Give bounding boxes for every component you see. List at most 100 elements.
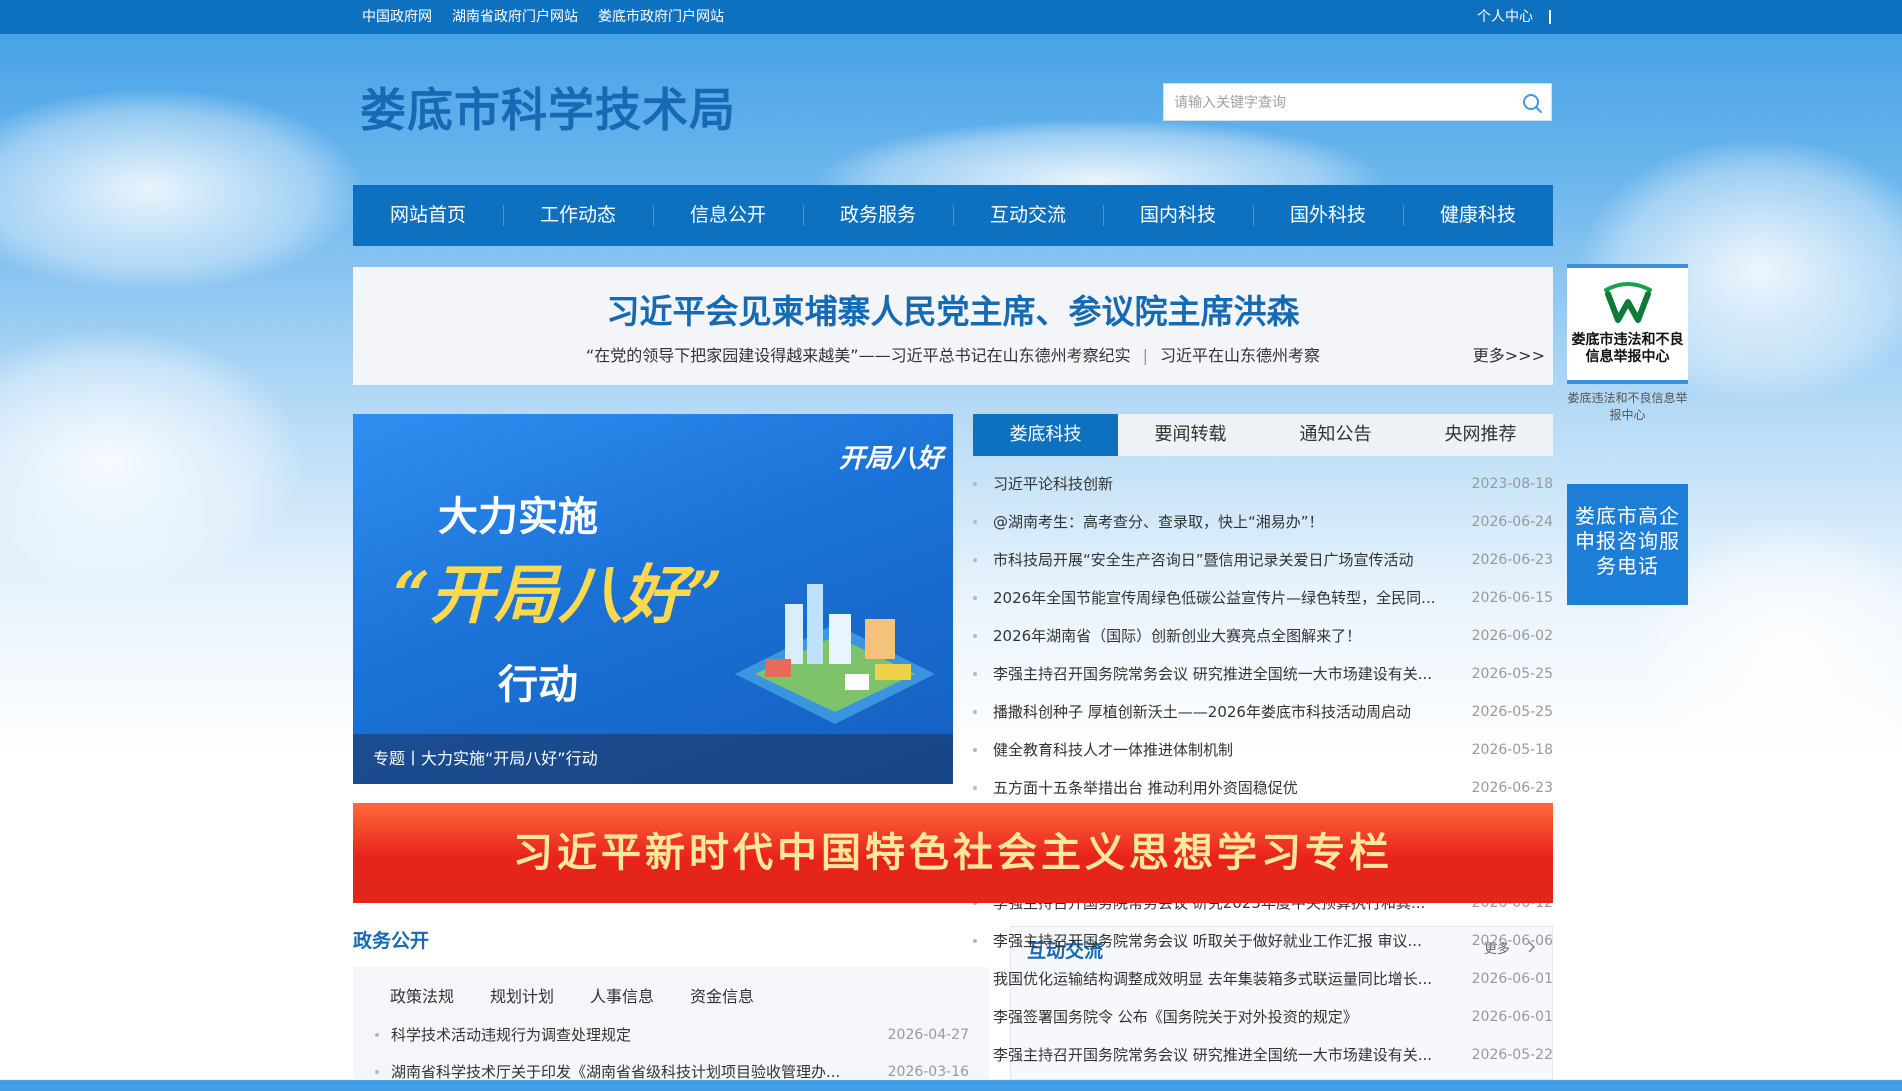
news-date: 2026-06-02 — [1471, 628, 1553, 644]
bullet-icon — [973, 672, 977, 676]
news-title[interactable]: 2026年全国节能宣传周绿色低碳公益宣传片—绿色转型，全民同... — [993, 579, 1463, 617]
news-date: 2026-06-01 — [1471, 971, 1553, 987]
nav-item-interact[interactable]: 互动交流 — [953, 185, 1103, 246]
list-item[interactable]: 2026年湖南省（国际）创新创业大赛亮点全图解来了！ 2026-06-02 — [973, 617, 1553, 655]
tab-funding[interactable]: 资金信息 — [690, 983, 754, 1007]
tab-central-recommend[interactable]: 央网推荐 — [1408, 414, 1553, 456]
link-loudi-gov[interactable]: 娄底市政府门户网站 — [598, 0, 724, 34]
gov-affairs-date: 2026-04-27 — [887, 1027, 969, 1043]
study-column-banner[interactable]: 习近平新时代中国特色社会主义思想学习专栏 — [353, 803, 1553, 903]
tab-planning[interactable]: 规划计划 — [490, 983, 554, 1007]
link-china-gov[interactable]: 中国政府网 — [362, 0, 432, 34]
list-item[interactable]: 李强主持召开国务院常务会议 研究推进全国统一大市场建设有关... 2026-05… — [973, 655, 1553, 693]
tab-news-reprint[interactable]: 要闻转载 — [1118, 414, 1263, 456]
report-center-title: 娄底市违法和不良信息举报中心 — [1571, 332, 1684, 365]
feature-slide[interactable]: 开局八好 大力实施 “开局八好” 行动 专题丨大力实施“开局八好”行动 — [353, 414, 953, 784]
topbar-divider — [1549, 10, 1551, 24]
news-date: 2026-06-24 — [1471, 514, 1553, 530]
list-item[interactable]: 我国优化运输结构调整成效明显 去年集装箱多式联运量同比增长... 2026-06… — [973, 960, 1553, 998]
cloud-decoration — [0, 90, 360, 290]
feature-badge: 开局八好 — [839, 444, 944, 474]
news-title[interactable]: 我国优化运输结构调整成效明显 去年集装箱多式联运量同比增长... — [993, 960, 1463, 998]
bullet-icon — [973, 558, 977, 562]
list-item[interactable]: 李强主持召开国务院常务会议 听取关于做好就业工作汇报 审议... 2026-06… — [973, 922, 1553, 960]
news-title[interactable]: 播撒科创种子 厚植创新沃土——2026年娄底市科技活动周启动 — [993, 693, 1463, 731]
news-title[interactable]: 五方面十五条举措出台 推动利用外资固稳促优 — [993, 769, 1463, 807]
headline-panel: 习近平会见柬埔寨人民党主席、参议院主席洪森 “在党的领导下把家园建设得越来越美”… — [353, 267, 1553, 385]
bullet-icon — [973, 710, 977, 714]
nav-item-foreign[interactable]: 国外科技 — [1253, 185, 1403, 246]
headline-sub-link[interactable]: “在党的领导下把家园建设得越来越美”——习近平总书记在山东德州考察纪实 — [586, 346, 1131, 365]
search-icon[interactable] — [1521, 92, 1543, 114]
list-item[interactable]: @湖南考生：高考查分、查录取，快上“湘易办”！ 2026-06-24 — [973, 503, 1553, 541]
news-date: 2026-05-25 — [1471, 704, 1553, 720]
list-item[interactable]: 李强主持召开国务院常务会议 研究推进全国统一大市场建设有关... 2026-05… — [973, 1036, 1553, 1074]
list-item[interactable]: 2026年全国节能宣传周绿色低碳公益宣传片—绿色转型，全民同... 2026-0… — [973, 579, 1553, 617]
list-item[interactable]: 科学技术活动违规行为调查处理规定 2026-04-27 — [353, 1016, 989, 1054]
headline-sub-link[interactable]: 习近平在山东德州考察 — [1160, 346, 1320, 365]
search-box — [1163, 83, 1552, 122]
nav-item-work[interactable]: 工作动态 — [503, 185, 653, 246]
main-nav: 网站首页 工作动态 信息公开 政务服务 互动交流 国内科技 国外科技 健康科技 — [353, 185, 1553, 246]
news-date: 2026-06-23 — [1471, 552, 1553, 568]
report-center-logo-icon — [1604, 282, 1652, 323]
high-tech-hotline-float[interactable]: 娄底市高企申报咨询服务电话 — [1567, 484, 1688, 605]
report-center-caption[interactable]: 娄底违法和不良信息举报中心 — [1565, 390, 1690, 424]
list-item[interactable]: 习近平论科技创新 2023-08-18 — [973, 465, 1553, 503]
news-title[interactable]: 李强主持召开国务院常务会议 听取关于做好就业工作汇报 审议... — [993, 922, 1463, 960]
news-date: 2026-05-25 — [1471, 666, 1553, 682]
news-date: 2026-06-01 — [1471, 1009, 1553, 1025]
gov-affairs-date: 2026-03-16 — [887, 1064, 969, 1080]
news-date: 2026-05-18 — [1471, 742, 1553, 758]
feature-line-3: 行动 — [498, 661, 578, 708]
nav-item-health[interactable]: 健康科技 — [1403, 185, 1553, 246]
bullet-icon — [973, 596, 977, 600]
news-date: 2026-06-15 — [1471, 590, 1553, 606]
list-item[interactable]: 播撒科创种子 厚植创新沃土——2026年娄底市科技活动周启动 2026-05-2… — [973, 693, 1553, 731]
bullet-icon — [375, 1070, 379, 1074]
list-item[interactable]: 健全教育科技人才一体推进体制机制 2026-05-18 — [973, 731, 1553, 769]
gov-affairs-title[interactable]: 政务公开 — [353, 926, 429, 953]
gov-affairs-title-link[interactable]: 湖南省科学技术厅关于印发《湖南省省级科技计划项目验收管理办... — [391, 1053, 881, 1091]
nav-item-home[interactable]: 网站首页 — [353, 185, 503, 246]
list-item[interactable]: 湖南省科学技术厅关于印发《湖南省省级科技计划项目验收管理办... 2026-03… — [353, 1053, 989, 1091]
news-title[interactable]: 习近平论科技创新 — [993, 465, 1463, 503]
nav-item-domestic[interactable]: 国内科技 — [1103, 185, 1253, 246]
site-title[interactable]: 娄底市科学技术局 — [360, 74, 736, 138]
tab-policy[interactable]: 政策法规 — [390, 983, 454, 1007]
news-date: 2026-06-23 — [1471, 780, 1553, 796]
list-item[interactable]: 五方面十五条举措出台 推动利用外资固稳促优 2026-06-23 — [973, 769, 1553, 807]
news-title[interactable]: 市科技局开展“安全生产咨询日”暨信用记录关爱日广场宣传活动 — [993, 541, 1463, 579]
news-title[interactable]: 2026年湖南省（国际）创新创业大赛亮点全图解来了！ — [993, 617, 1463, 655]
tab-loudi-tech[interactable]: 娄底科技 — [973, 414, 1118, 456]
nav-item-service[interactable]: 政务服务 — [803, 185, 953, 246]
bullet-icon — [973, 748, 977, 752]
news-date: 2026-05-22 — [1471, 1047, 1553, 1063]
news-title[interactable]: 健全教育科技人才一体推进体制机制 — [993, 731, 1463, 769]
news-title[interactable]: 李强主持召开国务院常务会议 研究推进全国统一大市场建设有关... — [993, 655, 1463, 693]
bullet-icon — [375, 1033, 379, 1037]
feature-line-2: “开局八好” — [393, 558, 723, 633]
tab-notices[interactable]: 通知公告 — [1263, 414, 1408, 456]
nav-item-info[interactable]: 信息公开 — [653, 185, 803, 246]
bullet-icon — [973, 786, 977, 790]
study-column-banner-text: 习近平新时代中国特色社会主义思想学习专栏 — [513, 829, 1393, 876]
gov-affairs-title-link[interactable]: 科学技术活动违规行为调查处理规定 — [391, 1016, 881, 1054]
feature-caption[interactable]: 专题丨大力实施“开局八好”行动 — [373, 734, 598, 784]
headline-more-link[interactable]: 更多>>> — [1473, 342, 1545, 366]
city-illustration-icon — [735, 584, 935, 724]
user-center-link[interactable]: 个人中心 — [1477, 0, 1533, 34]
tab-personnel[interactable]: 人事信息 — [590, 983, 654, 1007]
list-item[interactable]: 市科技局开展“安全生产咨询日”暨信用记录关爱日广场宣传活动 2026-06-23 — [973, 541, 1553, 579]
link-hunan-gov[interactable]: 湖南省政府门户网站 — [452, 0, 578, 34]
headline-title[interactable]: 习近平会见柬埔寨人民党主席、参议院主席洪森 — [353, 285, 1553, 333]
list-item[interactable]: 李强签署国务院令 公布《国务院关于对外投资的规定》 2026-06-01 — [973, 998, 1553, 1036]
news-title[interactable]: @湖南考生：高考查分、查录取，快上“湘易办”！ — [993, 503, 1463, 541]
cloud-decoration — [0, 330, 300, 590]
feature-line-1: 大力实施 — [438, 493, 598, 540]
bullet-icon — [973, 939, 977, 943]
report-center-float[interactable]: 娄底市违法和不良信息举报中心 — [1567, 264, 1688, 384]
news-title[interactable]: 李强主持召开国务院常务会议 研究推进全国统一大市场建设有关... — [993, 1036, 1463, 1074]
news-title[interactable]: 李强签署国务院令 公布《国务院关于对外投资的规定》 — [993, 998, 1463, 1036]
search-input[interactable] — [1164, 84, 1516, 122]
